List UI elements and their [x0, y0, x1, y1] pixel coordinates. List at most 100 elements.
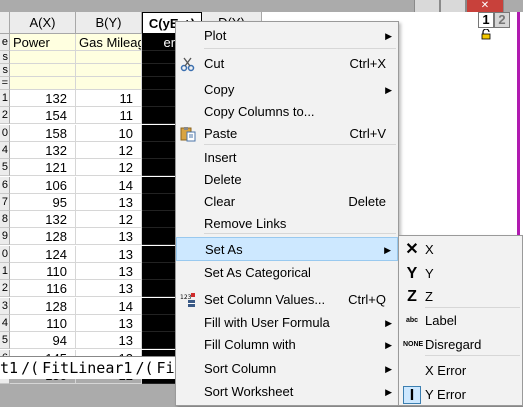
menu-item-set-as[interactable]: Set As ▶	[176, 237, 398, 261]
menu-item-label: Sort Column	[204, 361, 277, 376]
table-cell[interactable]: 13	[76, 245, 142, 263]
scissors-icon	[180, 56, 196, 72]
table-cell[interactable]: 13	[76, 228, 142, 246]
sheet-tab[interactable]: FitLinear1	[39, 357, 135, 379]
meta-cell[interactable]	[10, 51, 76, 64]
table-cell[interactable]: 11	[76, 107, 142, 125]
sheet-tab[interactable]: t1	[0, 357, 21, 379]
row-label[interactable]: 4	[0, 141, 10, 159]
row-label[interactable]: 8	[0, 211, 10, 229]
submenu-item-z[interactable]: ZZ	[399, 285, 522, 309]
long-name-cell-b[interactable]: Gas Mileag	[76, 34, 142, 51]
submenu-item-x-error[interactable]: X Error	[399, 359, 522, 383]
row-label-meta[interactable]: =	[0, 77, 10, 90]
formula-icon: 123	[180, 292, 196, 308]
meta-cell[interactable]	[76, 51, 142, 64]
submenu-arrow-icon: ▶	[384, 245, 391, 255]
submenu-item-y[interactable]: YY	[399, 262, 522, 286]
row-label[interactable]: 9	[0, 228, 10, 246]
table-cell[interactable]: 13	[76, 263, 142, 280]
menu-item-set-as-categorical[interactable]: Set As Categorical	[176, 261, 398, 285]
table-cell[interactable]: 94	[10, 332, 76, 350]
submenu-item-y-error[interactable]: I Y Error	[399, 383, 522, 407]
context-menu: Plot ▶ Cut Ctrl+X Copy ▶ Copy Columns to... Pas…	[175, 21, 399, 406]
table-cell[interactable]: 124	[10, 245, 76, 263]
column-header-b[interactable]: B(Y)	[76, 12, 142, 34]
menu-item-sort-column[interactable]: Sort Column ▶	[176, 357, 398, 381]
row-label[interactable]: 0	[0, 245, 10, 263]
menu-separator	[204, 48, 396, 49]
menu-item-fill-column-with[interactable]: Fill Column with ▶	[176, 333, 398, 357]
table-cell[interactable]: 158	[10, 124, 76, 142]
meta-cell[interactable]	[76, 64, 142, 77]
table-cell[interactable]: 13	[76, 280, 142, 298]
table-cell[interactable]: 110	[10, 314, 76, 332]
table-cell[interactable]: 10	[76, 124, 142, 142]
table-cell[interactable]: 11	[76, 90, 142, 107]
close-icon: ✕	[480, 0, 490, 11]
corner-header[interactable]	[0, 12, 10, 34]
row-label-long-name[interactable]: e	[0, 34, 10, 51]
table-cell[interactable]: 121	[10, 159, 76, 177]
page-1-button[interactable]: 1	[478, 12, 494, 28]
meta-cell[interactable]	[10, 64, 76, 77]
menu-item-label: Cut	[204, 56, 225, 71]
table-cell[interactable]: 13	[76, 332, 142, 350]
row-label[interactable]: 0	[0, 124, 10, 142]
table-cell[interactable]: 116	[10, 280, 76, 298]
column-header-a[interactable]: A(X)	[10, 12, 76, 34]
row-label[interactable]: 3	[0, 297, 10, 315]
lock-icon[interactable]	[481, 28, 491, 40]
row-label[interactable]: 2	[0, 107, 10, 125]
row-label[interactable]: 6	[0, 176, 10, 194]
menu-item-insert[interactable]: Insert	[176, 146, 398, 170]
table-cell[interactable]: 132	[10, 211, 76, 229]
menu-item-sort-worksheet[interactable]: Sort Worksheet ▶	[176, 380, 398, 404]
row-label[interactable]: 1	[0, 263, 10, 280]
table-cell[interactable]: 14	[76, 297, 142, 315]
menu-item-fill-with-user-formula[interactable]: Fill with User Formula ▶	[176, 311, 398, 335]
menu-item-plot[interactable]: Plot ▶	[176, 24, 398, 48]
meta-cell[interactable]	[10, 77, 76, 90]
long-name-cell-a[interactable]: Power	[10, 34, 76, 51]
menu-item-copy-columns-to[interactable]: Copy Columns to...	[176, 100, 398, 124]
submenu-item-label[interactable]: abc Label	[399, 309, 522, 333]
menu-item-paste[interactable]: Paste Ctrl+V	[176, 122, 398, 146]
submenu-item-label: Disregard	[425, 337, 482, 352]
submenu-arrow-icon: ▶	[385, 364, 392, 374]
table-cell[interactable]: 12	[76, 141, 142, 159]
table-cell[interactable]: 13	[76, 193, 142, 211]
page-2-button[interactable]: 2	[494, 12, 510, 28]
table-cell[interactable]: 128	[10, 228, 76, 246]
menu-item-remove-links[interactable]: Remove Links	[176, 212, 398, 236]
menu-item-copy[interactable]: Copy ▶	[176, 78, 398, 102]
menu-item-delete[interactable]: Delete	[176, 168, 398, 192]
row-label[interactable]: 5	[0, 332, 10, 350]
menu-item-set-column-values[interactable]: 123 Set Column Values... Ctrl+Q	[176, 288, 398, 312]
table-cell[interactable]: 154	[10, 107, 76, 125]
meta-cell[interactable]	[76, 77, 142, 90]
table-cell[interactable]: 106	[10, 176, 76, 194]
submenu-item-x[interactable]: ✕ X	[399, 238, 522, 262]
table-cell[interactable]: 128	[10, 297, 76, 315]
row-label[interactable]: 4	[0, 314, 10, 332]
menu-item-clear[interactable]: Clear Delete	[176, 190, 398, 214]
submenu-arrow-icon: ▶	[385, 31, 392, 41]
table-cell[interactable]: 13	[76, 314, 142, 332]
row-label[interactable]: 7	[0, 193, 10, 211]
table-cell[interactable]: 12	[76, 159, 142, 177]
row-label-meta[interactable]: s	[0, 51, 10, 64]
table-cell[interactable]: 132	[10, 141, 76, 159]
menu-item-cut[interactable]: Cut Ctrl+X	[176, 52, 398, 76]
row-label[interactable]: 5	[0, 159, 10, 177]
menu-item-label: Copy Columns to...	[204, 104, 315, 119]
table-cell[interactable]: 110	[10, 263, 76, 280]
row-label[interactable]: 2	[0, 280, 10, 298]
row-label-meta[interactable]: s	[0, 64, 10, 77]
table-cell[interactable]: 14	[76, 176, 142, 194]
submenu-item-disregard[interactable]: NONE Disregard	[399, 333, 522, 357]
table-cell[interactable]: 95	[10, 193, 76, 211]
table-cell[interactable]: 132	[10, 90, 76, 107]
table-cell[interactable]: 12	[76, 211, 142, 229]
row-label[interactable]: 1	[0, 90, 10, 107]
